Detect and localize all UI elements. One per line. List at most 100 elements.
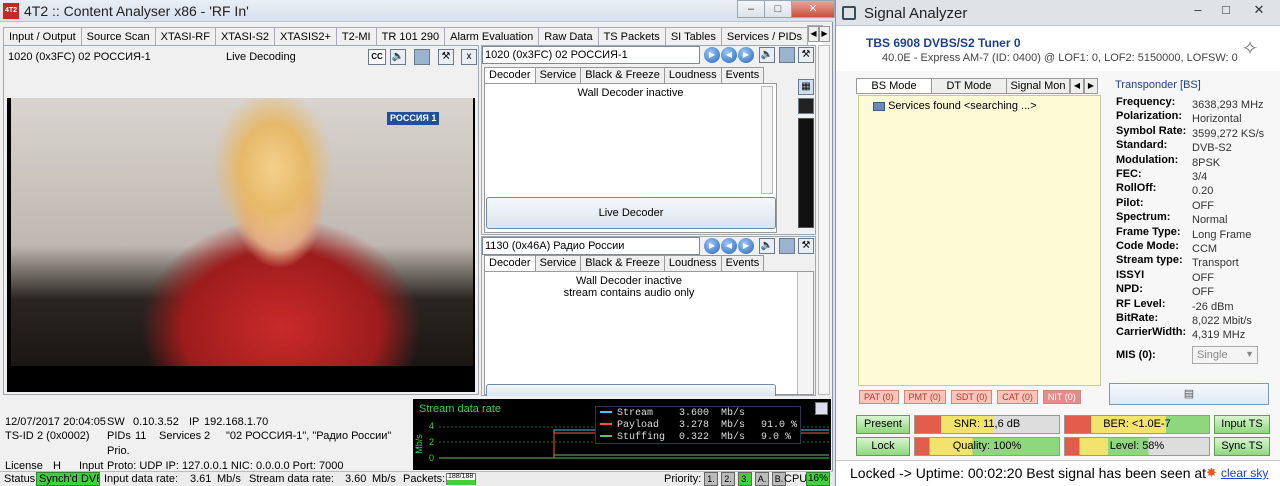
param-value: OFF [1192,286,1214,299]
mis-select[interactable]: Single ▼ [1192,346,1258,364]
main-vertical-scrollbar[interactable] [818,45,830,395]
decoder1-subtab-events[interactable]: Events [720,67,765,83]
legend-pct: 91.0 % [761,420,798,431]
decoder-panel-1: 1020 (0x3FC) 02 РОССИЯ-1 ▶ ◀ ▶ 🔈 ⚒ Decod… [481,45,816,235]
decoder2-prev-icon[interactable]: ◀ [721,238,737,254]
decoder1-subtab-decoder[interactable]: Decoder [484,67,536,83]
tab-raw-data[interactable]: Raw Data [538,27,599,46]
decoder1-vertical-scroll[interactable] [798,118,814,228]
tab-xtasi-rf[interactable]: XTASI-RF [154,27,216,46]
decoder2-subtab-service[interactable]: Service [534,255,582,271]
close-video-button[interactable]: x [461,49,477,65]
param-label: RollOff: [1116,182,1157,195]
video-frame: РОССИЯ 1 [7,98,475,392]
tree-item[interactable]: Services found <searching ...> [873,100,1037,112]
input-ts-button[interactable]: Input TS [1214,415,1270,434]
present-button[interactable]: Present [856,415,910,434]
graph-ylabel: Mb/s [413,434,424,454]
decoder2-subtab-events[interactable]: Events [720,255,765,271]
signal-analyzer-window: Signal Analyzer – □ ✕ TBS 6908 DVBS/S2 T… [835,0,1280,486]
legend-unit: Mb/s [721,432,746,443]
decoder2-scrollbar[interactable] [797,272,813,394]
sa-panel-button[interactable]: ▤ [1109,383,1269,405]
priority-box[interactable]: A. [755,472,769,486]
tsid-value: 2 (0x0002) [37,430,90,442]
decoder2-tools-icon[interactable]: ⚒ [798,238,814,254]
mode-tab-dt-mode[interactable]: DT Mode [931,78,1007,94]
decoder1-view-grid-icon[interactable]: ▦ [798,79,814,95]
tabs-scroll-right[interactable]: ▶ [819,26,830,42]
table-flag: CAT (0) [997,390,1038,404]
tab-xtasis2-[interactable]: XTASIS2+ [274,27,337,46]
transponder-params: Frequency: 3638,293 MHz Polarization: Horiz… [1116,96,1272,356]
decoder1-monitor-icon[interactable] [779,47,795,63]
tab-si-tables[interactable]: SI Tables [664,27,722,46]
transponder-title: Transponder [BS] [1115,79,1201,91]
legend-unit: Mb/s [721,408,746,419]
tab-t2-mi[interactable]: T2-MI [335,27,377,46]
mode-tabs: BS Mode DT Mode Signal Mon [856,78,1070,94]
lock-button[interactable]: Lock [856,437,910,456]
tab-xtasi-s2[interactable]: XTASI-S2 [214,27,276,46]
sa-minimize-button[interactable]: – [1184,2,1212,20]
decoder2-mute-icon[interactable]: 🔈 [759,238,775,254]
maximize-button[interactable]: □ [764,0,792,18]
sync-ts-button[interactable]: Sync TS [1214,437,1270,456]
decoder2-content: Wall Decoder inactive stream contains au… [484,271,814,396]
decoder2-next-icon[interactable]: ▶ [738,238,754,254]
decoder2-subtab-black-freeze[interactable]: Black & Freeze [580,255,665,271]
speaker-icon[interactable]: 🔈 [390,49,406,65]
decoder1-tools-icon[interactable]: ⚒ [798,47,814,63]
decoder1-subtab-service[interactable]: Service [534,67,582,83]
graph-expand-icon[interactable] [815,402,828,415]
prio-label: Prio. [107,445,130,457]
tab-alarm-evaluation[interactable]: Alarm Evaluation [444,27,540,46]
decoder2-service-field: 1130 (0x46A) Радио России [482,237,700,255]
tab-ts-packets[interactable]: TS Packets [597,27,666,46]
channel-logo: РОССИЯ 1 [387,112,440,125]
mode-tab-bs-mode[interactable]: BS Mode [856,78,932,94]
tabs-scroll-left[interactable]: ◀ [808,26,819,42]
mode-tab-signal-mon[interactable]: Signal Mon [1006,78,1070,94]
decoder1-subtab-loudness[interactable]: Loudness [663,67,722,83]
packets-value: 188/188 [448,473,474,480]
level-text: Level: 58% [1109,440,1165,452]
mode-tabs-right[interactable]: ▶ [1084,78,1098,94]
legend-swatch [600,411,612,414]
priority-box[interactable]: 3. [738,472,752,486]
sa-maximize-button[interactable]: □ [1212,2,1240,20]
decoder2-subtab-loudness[interactable]: Loudness [663,255,722,271]
tab-source-scan[interactable]: Source Scan [80,27,156,46]
sa-close-button[interactable]: ✕ [1244,2,1274,20]
live-decoder-button[interactable]: Live Decoder [486,197,776,229]
video-mode-label: Live Decoding [226,51,296,63]
decoder1-prev-icon[interactable]: ◀ [721,47,737,63]
close-button[interactable]: ✕ [791,0,835,18]
tab-input-output[interactable]: Input / Output [3,27,82,46]
decoder1-mute-icon[interactable]: 🔈 [759,47,775,63]
decoder-panel-2: 1130 (0x46A) Радио России ▶ ◀ ▶ 🔈 ⚒ Deco… [481,236,816,396]
clear-sky-link[interactable]: clear sky [1221,466,1268,480]
priority-box[interactable]: 1. [704,472,718,486]
mode-tabs-left[interactable]: ◀ [1070,78,1084,94]
minimize-button[interactable]: – [737,0,765,18]
decoder1-next-icon[interactable]: ▶ [738,47,754,63]
decoder1-subtab-black-freeze[interactable]: Black & Freeze [580,67,665,83]
decoder1-scrollbar[interactable] [761,86,773,194]
tab-tr-101-290[interactable]: TR 101 290 [375,27,446,46]
decoder1-view-black-icon[interactable] [798,98,814,114]
decoder2-live-button[interactable] [486,384,776,396]
decoder2-monitor-icon[interactable] [779,238,795,254]
decoder2-subtab-decoder[interactable]: Decoder [484,255,536,271]
table-flag: PAT (0) [859,390,899,404]
param-label: BitRate: [1116,312,1159,324]
priority-box[interactable]: 2. [721,472,735,486]
decoder2-play-icon[interactable]: ▶ [704,238,720,254]
monitor-icon[interactable] [414,49,430,65]
decoder1-play-icon[interactable]: ▶ [704,47,720,63]
decoder2-status: Wall Decoder inactive [576,275,682,287]
tools-icon[interactable]: ⚒ [438,49,454,65]
closed-caption-icon[interactable]: CC [368,49,386,65]
stream-rate-value: 3.60 [345,473,367,485]
tab-services-pids[interactable]: Services / PIDs [720,27,809,46]
